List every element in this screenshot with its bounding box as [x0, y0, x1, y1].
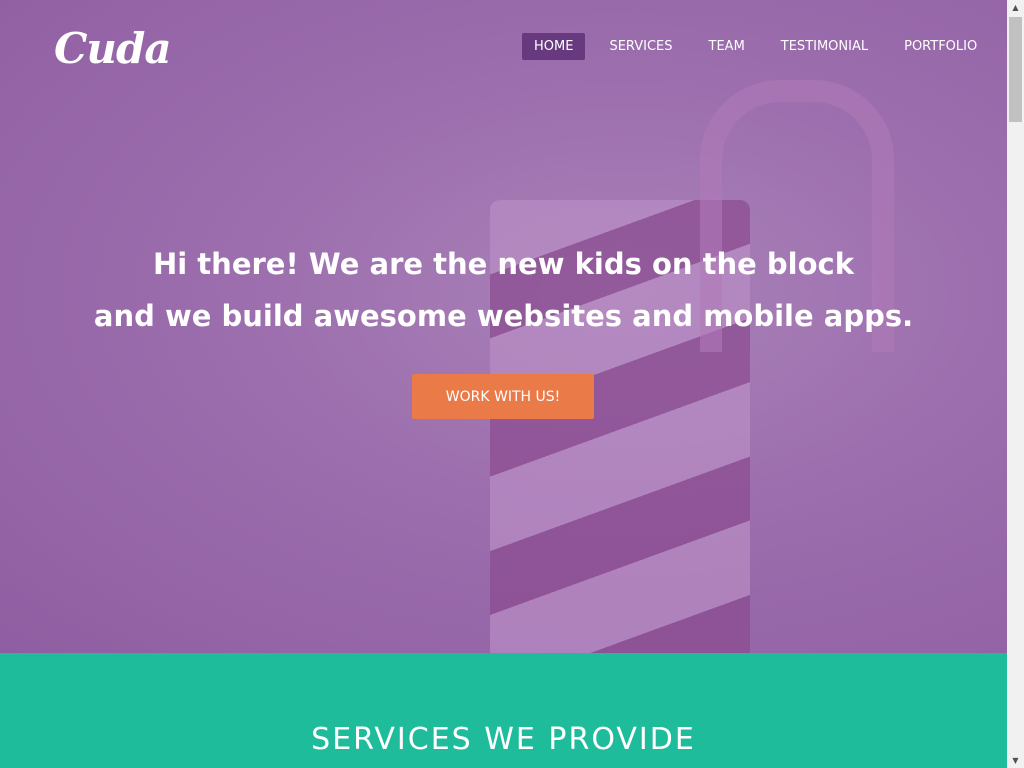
scroll-down-icon[interactable]: ▼	[1007, 756, 1024, 765]
scroll-up-icon[interactable]: ▲	[1007, 3, 1024, 12]
nav-team[interactable]: TEAM	[697, 33, 757, 60]
nav-portfolio[interactable]: PORTFOLIO	[892, 33, 989, 60]
services-section: SERVICES WE PROVIDE	[0, 653, 1007, 768]
nav-services[interactable]: SERVICES	[597, 33, 684, 60]
work-with-us-button[interactable]: WORK WITH US!	[412, 374, 594, 419]
nav-testimonial[interactable]: TESTIMONIAL	[769, 33, 880, 60]
hero-line-1: Hi there! We are the new kids on the blo…	[153, 247, 854, 281]
scrollbar[interactable]: ▲ ▼	[1007, 0, 1024, 768]
main-nav: HOME SERVICES TEAM TESTIMONIAL PORTFOLIO	[522, 33, 1001, 60]
hero-line-2: and we build awesome websites and mobile…	[93, 299, 914, 333]
nav-home[interactable]: HOME	[522, 33, 586, 60]
hero-headline: Hi there! We are the new kids on the blo…	[0, 238, 1007, 342]
hero-section: Cuda HOME SERVICES TEAM TESTIMONIAL PORT…	[0, 0, 1007, 653]
logo[interactable]: Cuda	[54, 24, 172, 73]
scrollbar-thumb[interactable]	[1009, 17, 1022, 122]
services-title: SERVICES WE PROVIDE	[311, 722, 696, 757]
